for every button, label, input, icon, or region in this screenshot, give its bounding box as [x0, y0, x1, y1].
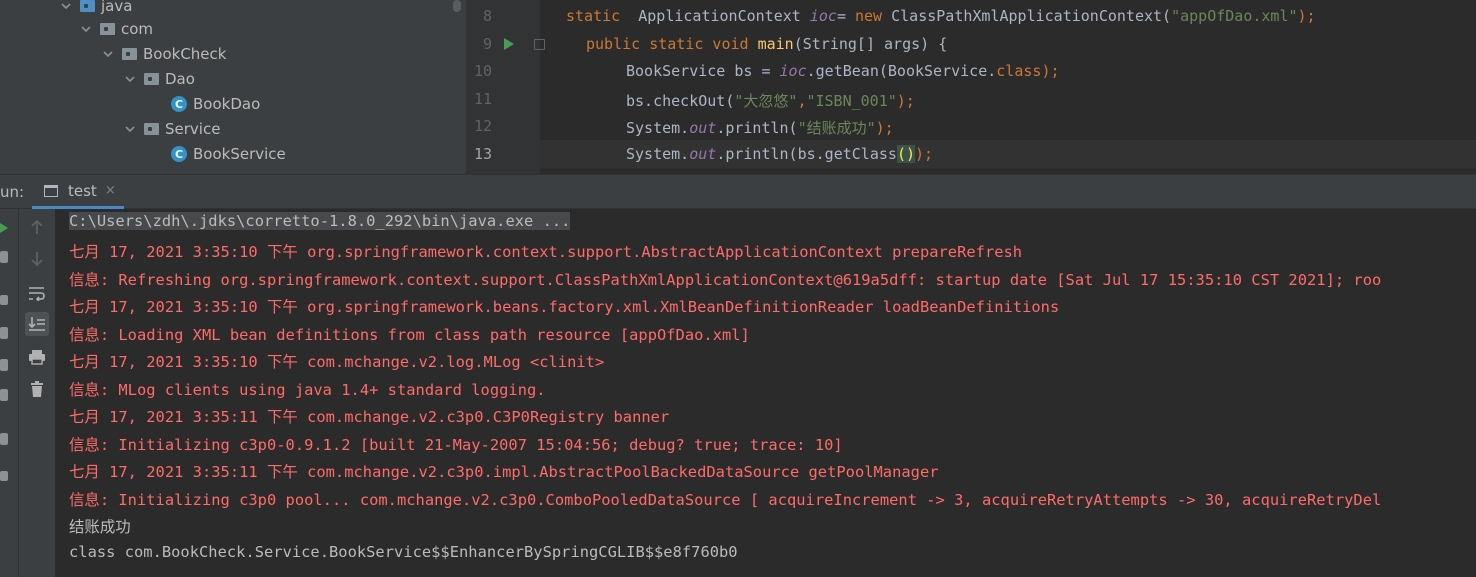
console-line: 七月 17, 2021 3:35:10 下午 com.mchange.v2.lo… [69, 353, 605, 371]
run-label: un: [0, 183, 25, 201]
tree-item-label: java [101, 0, 133, 15]
console-line: 七月 17, 2021 3:35:11 下午 com.mchange.v2.c3… [69, 408, 670, 426]
tree-item-label: BookDao [193, 95, 261, 113]
line-number: 10 [473, 62, 492, 80]
code-line-11: bs.checkOut("大忽悠","ISBN_001"); [626, 92, 915, 110]
tree-item-bookcheck[interactable]: BookCheck [102, 42, 226, 66]
console-tab-icon [44, 184, 58, 197]
run-left-toolbar [0, 209, 19, 577]
close-icon[interactable]: × [105, 183, 116, 198]
console-line: C:\Users\zdh\.jdks\corretto-1.8.0_292\bi… [69, 212, 571, 230]
run-tab-test[interactable]: test × [32, 175, 124, 209]
console-line: 信息: Initializing c3p0-0.9.1.2 [built 21-… [69, 436, 843, 454]
code-line-9: public static void main(String[] args) { [586, 35, 948, 53]
camera-icon[interactable] [0, 327, 8, 339]
class-icon: C [171, 96, 187, 112]
console-output[interactable]: C:\Users\zdh\.jdks\corretto-1.8.0_292\bi… [55, 209, 1476, 577]
print-icon[interactable] [25, 345, 49, 369]
tree-scrollbar[interactable] [453, 0, 461, 12]
soft-wrap-icon[interactable] [25, 281, 49, 305]
rerun-icon[interactable] [0, 223, 8, 233]
tree-item-dao[interactable]: Dao [124, 67, 195, 91]
tree-item-label: BookService [193, 145, 286, 163]
line-number: 8 [482, 7, 492, 25]
console-line: 七月 17, 2021 3:35:11 下午 com.mchange.v2.c3… [69, 463, 939, 481]
console-line: 信息: Refreshing org.springframework.conte… [69, 271, 1382, 289]
chevron-down-icon[interactable] [60, 0, 72, 12]
run-gutter-icon[interactable] [504, 38, 514, 50]
run-tool-window-header: un: test × [0, 174, 1476, 209]
tree-item-com[interactable]: com [80, 17, 153, 41]
line-number-current: 13 [473, 145, 492, 163]
line-number: 9 [482, 35, 492, 53]
code-editor[interactable]: 8 9 10 11 12 13 static ApplicationContex… [466, 0, 1476, 174]
project-tree: java com BookCheck Dao C BookDao Service… [0, 0, 466, 174]
package-icon [100, 23, 115, 35]
chevron-down-icon[interactable] [124, 123, 136, 135]
editor-gutter: 8 9 10 11 12 13 [466, 0, 545, 174]
package-icon [122, 48, 137, 60]
chevron-down-icon[interactable] [102, 48, 114, 60]
tree-item-bookservice[interactable]: C BookService [171, 142, 286, 166]
console-line: 七月 17, 2021 3:35:10 下午 org.springframewo… [69, 298, 1060, 316]
package-icon [144, 73, 159, 85]
code-line-12: System.out.println("结账成功"); [626, 119, 894, 137]
console-line: 七月 17, 2021 3:35:10 下午 org.springframewo… [69, 243, 1023, 261]
package-icon [144, 123, 159, 135]
chevron-down-icon[interactable] [80, 23, 92, 35]
restore-layout-icon[interactable] [0, 359, 8, 371]
settings-icon[interactable] [0, 251, 8, 263]
console-line: 信息: Loading XML bean definitions from cl… [69, 326, 750, 344]
arrow-down-icon[interactable] [25, 247, 49, 271]
tree-item-label: BookCheck [143, 45, 227, 63]
trash-icon[interactable] [25, 377, 49, 401]
layout-icon[interactable] [0, 433, 8, 445]
console-line: class com.BookCheck.Service.BookService$… [69, 543, 738, 561]
exit-icon[interactable] [0, 389, 8, 401]
line-number: 11 [473, 90, 492, 108]
stop-icon[interactable] [0, 295, 8, 305]
tree-item-label: Service [165, 120, 221, 138]
console-line: 信息: Initializing c3p0 pool... com.mchang… [69, 491, 1382, 509]
tree-item-java[interactable]: java [60, 0, 132, 18]
tab-title: test [68, 181, 97, 200]
source-folder-icon [80, 0, 95, 12]
pin-icon[interactable] [0, 471, 8, 481]
line-number: 12 [473, 117, 492, 135]
tree-item-label: com [121, 20, 154, 38]
class-icon: C [171, 146, 187, 162]
tree-item-label: Dao [165, 70, 195, 88]
tree-item-service[interactable]: Service [124, 117, 220, 141]
fold-icon[interactable] [534, 39, 545, 50]
tree-item-bookdao[interactable]: C BookDao [171, 92, 260, 116]
console-line: 结账成功 [69, 518, 131, 536]
console-toolbar [19, 209, 55, 577]
chevron-down-icon[interactable] [124, 73, 136, 85]
code-line-8: static ApplicationContext ioc= new Class… [566, 7, 1316, 25]
scroll-to-end-icon[interactable] [25, 312, 49, 336]
code-line-10: BookService bs = ioc.getBean(BookService… [626, 62, 1060, 80]
arrow-up-icon[interactable] [25, 215, 49, 239]
code-line-13: System.out.println(bs.getClass()); [626, 145, 934, 163]
console-line: 信息: MLog clients using java 1.4+ standar… [69, 381, 546, 399]
